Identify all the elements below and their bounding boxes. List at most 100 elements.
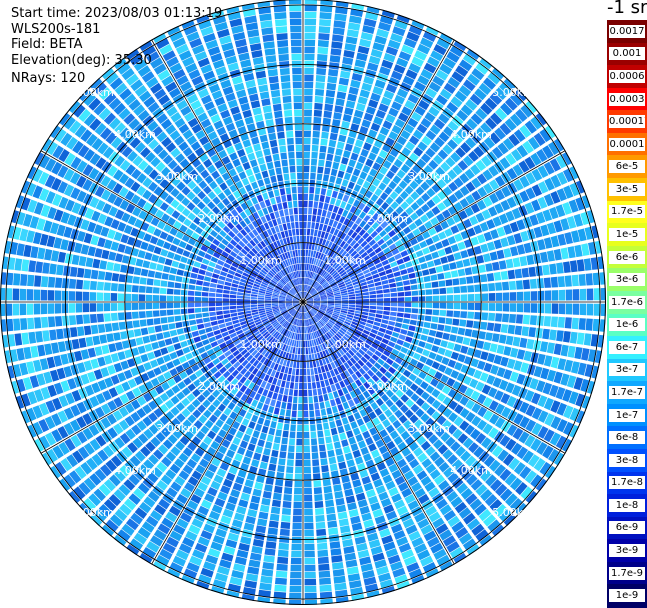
ray-cell bbox=[342, 401, 350, 410]
ray-cell bbox=[275, 570, 288, 578]
ray-cell bbox=[298, 200, 303, 208]
ray-cell bbox=[208, 261, 216, 268]
ray-cell bbox=[327, 449, 335, 458]
ray-cell bbox=[286, 360, 291, 367]
ray-cell bbox=[316, 68, 327, 76]
ray-cell bbox=[422, 328, 430, 335]
ray-cell bbox=[185, 243, 194, 252]
ray-cell bbox=[303, 249, 306, 256]
ray-cell bbox=[115, 341, 124, 351]
ray-cell bbox=[349, 580, 362, 589]
ray-cell bbox=[319, 401, 325, 409]
ray-cell bbox=[335, 397, 342, 405]
ray-cell bbox=[431, 345, 440, 353]
ray-cell bbox=[315, 89, 325, 96]
ray-cell bbox=[271, 298, 279, 301]
ray-cell bbox=[516, 314, 523, 324]
ray-cell bbox=[194, 302, 202, 307]
ray-cell bbox=[304, 0, 318, 5]
ray-cell bbox=[410, 314, 418, 320]
ray-cell bbox=[294, 214, 299, 222]
ray-cell bbox=[209, 316, 217, 322]
ray-cell bbox=[318, 201, 324, 209]
ray-cell bbox=[325, 160, 332, 168]
ray-cell bbox=[182, 250, 191, 258]
ray-cell bbox=[344, 452, 353, 461]
ray-cell bbox=[30, 246, 39, 259]
ray-cell bbox=[303, 341, 306, 348]
ray-cell bbox=[317, 166, 324, 174]
ray-cell bbox=[334, 491, 344, 499]
ray-cell bbox=[276, 422, 284, 430]
ray-cell bbox=[280, 216, 286, 224]
ray-cell bbox=[281, 401, 287, 409]
ray-cell bbox=[277, 131, 285, 139]
ray-cell bbox=[145, 294, 153, 302]
ray-cell bbox=[274, 385, 280, 393]
ray-cell bbox=[313, 395, 319, 403]
ray-cell bbox=[12, 303, 20, 316]
ray-cell bbox=[317, 40, 329, 48]
ray-cell bbox=[238, 285, 245, 290]
ray-cell bbox=[327, 520, 338, 528]
ray-cell bbox=[578, 318, 586, 330]
ray-cell bbox=[303, 396, 308, 404]
ray-cell bbox=[336, 91, 347, 100]
ray-cell bbox=[401, 323, 409, 330]
ray-cell bbox=[20, 318, 28, 330]
ray-cell bbox=[147, 326, 156, 334]
ray-cell bbox=[420, 334, 428, 342]
ray-cell bbox=[290, 557, 302, 565]
ray-cell bbox=[272, 204, 278, 212]
ray-cell bbox=[450, 326, 459, 334]
ray-cell bbox=[174, 315, 182, 322]
ray-cell bbox=[154, 325, 162, 333]
ray-cell bbox=[48, 276, 56, 288]
ray-cell bbox=[355, 305, 363, 308]
ray-cell bbox=[69, 315, 77, 326]
ray-cell bbox=[259, 395, 266, 403]
ray-cell bbox=[257, 299, 264, 302]
ray-cell bbox=[459, 319, 467, 327]
ray-cell bbox=[250, 495, 261, 504]
ray-cell bbox=[324, 492, 334, 501]
ray-cell bbox=[250, 304, 258, 308]
ray-cell bbox=[381, 279, 389, 285]
ray-cell bbox=[187, 302, 195, 308]
ray-cell bbox=[194, 291, 202, 297]
ray-cell bbox=[485, 332, 493, 341]
ray-cell bbox=[502, 313, 510, 323]
ray-cell bbox=[264, 397, 271, 405]
ray-cell bbox=[278, 224, 284, 232]
ray-cell bbox=[312, 236, 317, 244]
ray-cell bbox=[300, 242, 303, 250]
ray-cell bbox=[76, 314, 84, 325]
ray-cell bbox=[247, 443, 256, 452]
ray-cell bbox=[306, 228, 311, 236]
ray-cell bbox=[327, 303, 335, 306]
ray-cell bbox=[131, 303, 139, 310]
ray-cell bbox=[558, 303, 566, 315]
ray-cell bbox=[296, 445, 303, 453]
ray-cell bbox=[101, 344, 110, 355]
ray-cell bbox=[218, 323, 226, 329]
ray-cell bbox=[108, 251, 117, 261]
ray-cell bbox=[149, 262, 157, 270]
ray-cell bbox=[426, 260, 435, 268]
ray-cell bbox=[530, 303, 538, 313]
ray-cell bbox=[270, 399, 276, 407]
ray-cell bbox=[275, 117, 284, 125]
ray-cell bbox=[322, 422, 330, 430]
ray-cell bbox=[257, 297, 265, 300]
ray-cell bbox=[153, 279, 161, 287]
ray-cell bbox=[553, 343, 562, 356]
ray-cell bbox=[310, 165, 317, 173]
ray-cell bbox=[244, 293, 251, 297]
ray-cell bbox=[264, 303, 272, 306]
ray-cell bbox=[110, 303, 118, 311]
ray-cell bbox=[579, 303, 587, 316]
ray-cell bbox=[290, 424, 296, 432]
ray-cell bbox=[289, 592, 302, 600]
ray-cell bbox=[323, 485, 332, 494]
ray-cell bbox=[77, 326, 85, 337]
